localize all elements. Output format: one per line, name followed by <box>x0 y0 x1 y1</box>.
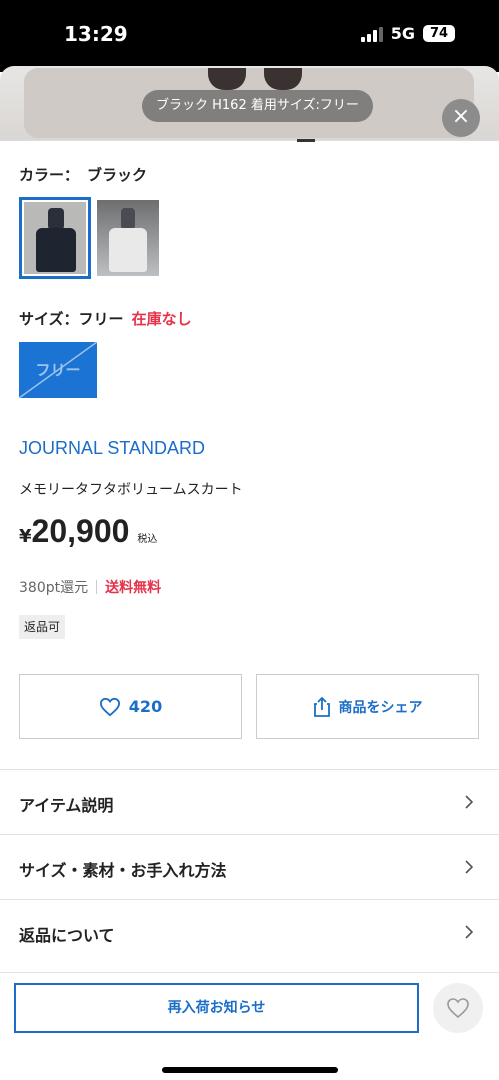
accordion-item-returns[interactable]: 返品について <box>0 899 499 964</box>
color-swatch-black[interactable] <box>19 197 91 279</box>
favorite-button[interactable] <box>433 983 483 1033</box>
swatch-image <box>24 202 86 274</box>
shipping-badge: 送料無料 <box>105 580 162 596</box>
restock-notify-button[interactable]: 再入荷お知らせ <box>14 983 419 1033</box>
color-selected: ブラック <box>87 166 148 184</box>
status-indicators: 5G 74 <box>360 24 455 43</box>
chevron-right-icon <box>465 795 474 809</box>
accordion-label: 返品について <box>19 926 115 945</box>
color-swatch-white[interactable] <box>97 200 159 276</box>
heart-icon <box>447 998 469 1019</box>
product-name: メモリータフタボリュームスカート <box>19 482 243 498</box>
accordion-item-size-material[interactable]: サイズ・素材・お手入れ方法 <box>0 834 499 899</box>
image-caption: ブラック H162 着用サイズ:フリー <box>142 90 373 122</box>
home-indicator <box>162 1067 338 1073</box>
separator <box>96 580 98 594</box>
accordion-label: アイテム説明 <box>19 796 114 815</box>
network-type: 5G <box>390 24 415 43</box>
share-icon <box>313 696 330 717</box>
swatch-image <box>97 200 159 276</box>
brand-link[interactable]: JOURNAL STANDARD <box>19 438 205 459</box>
chevron-right-icon <box>465 925 474 939</box>
divider <box>0 140 499 141</box>
price-row: ¥ 20,900 税込 <box>19 513 157 550</box>
status-time: 13:29 <box>64 22 128 46</box>
scroll-indicator <box>297 139 315 142</box>
accordion-label: サイズ・素材・お手入れ方法 <box>19 861 227 880</box>
like-count: 420 <box>128 697 163 716</box>
shoe-image <box>208 68 246 90</box>
sold-out-slash <box>19 342 97 398</box>
heart-icon <box>99 697 120 716</box>
battery-icon: 74 <box>423 25 455 42</box>
stock-status: 在庫なし <box>131 310 192 328</box>
bottom-action-bar: 再入荷お知らせ <box>0 972 499 1080</box>
color-label: カラー： <box>19 166 80 184</box>
share-button[interactable]: 商品をシェア <box>256 674 479 739</box>
tax-note: 税込 <box>137 534 158 545</box>
points-reward: 380pt還元 <box>19 580 89 596</box>
points-row: 380pt還元 送料無料 <box>19 577 161 597</box>
status-bar: 13:29 5G 74 <box>0 0 499 72</box>
size-label: サイズ：フリー <box>19 310 124 328</box>
size-row: サイズ：フリー 在庫なし <box>19 308 192 329</box>
color-row: カラー： ブラック <box>19 164 147 185</box>
size-option-free[interactable]: フリー <box>19 342 97 398</box>
currency-symbol: ¥ <box>19 526 32 547</box>
signal-icon <box>360 26 383 42</box>
like-button[interactable]: 420 <box>19 674 242 739</box>
chevron-right-icon <box>465 860 474 874</box>
accordion-item-description[interactable]: アイテム説明 <box>0 769 499 834</box>
close-button[interactable]: × <box>442 99 480 137</box>
price-value: 20,900 <box>31 513 130 549</box>
shoe-image <box>264 68 302 90</box>
return-badge: 返品可 <box>19 615 66 639</box>
share-label: 商品をシェア <box>338 699 423 716</box>
